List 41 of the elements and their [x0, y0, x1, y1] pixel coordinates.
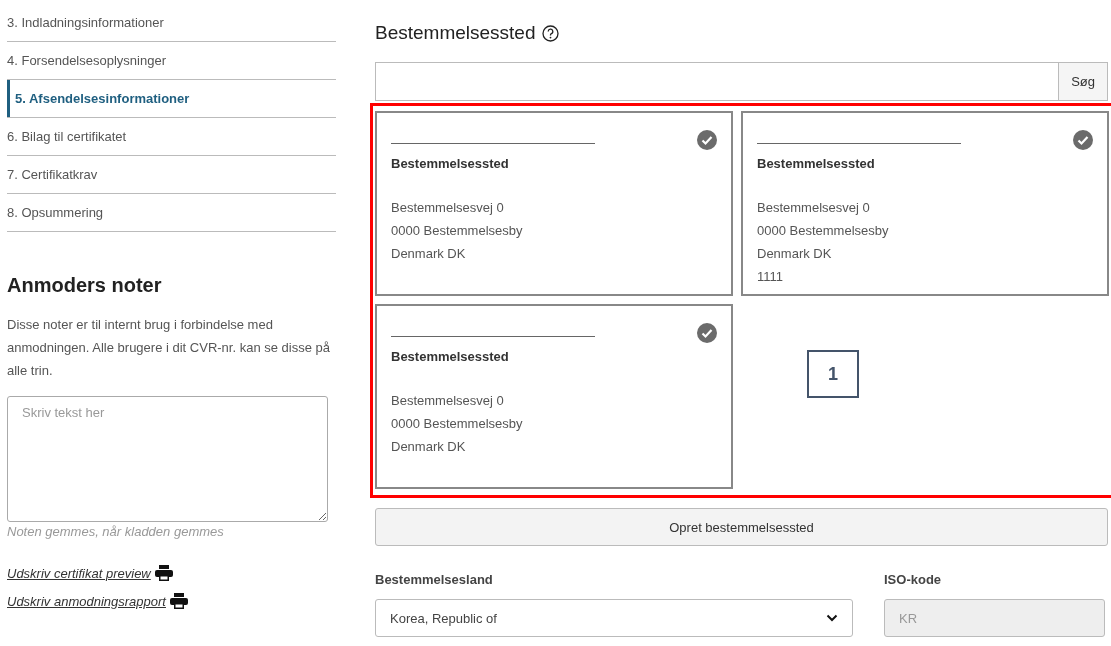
search-field[interactable]: Søg [375, 62, 1108, 101]
country-label: Bestemmelsesland [375, 572, 494, 587]
address-line: Denmark DK [757, 245, 833, 263]
search-button[interactable]: Søg [1058, 63, 1107, 100]
notes-heading: Anmoders noter [7, 274, 163, 297]
printer-icon [154, 565, 173, 581]
step-item[interactable]: 6. Bilag til certifikatet [7, 118, 336, 156]
chevron-down-icon [826, 614, 838, 622]
notes-field[interactable]: Skriv tekst her [7, 396, 328, 522]
card-title: Bestemmelsessted [757, 156, 876, 171]
card-title: Bestemmelsessted [391, 349, 510, 364]
step-item[interactable]: 5. Afsendelsesinformationer [7, 80, 336, 118]
notes-description: Disse noter er til internt brug i forbindelse med anmodningen. Alle brugere i dit CVR-nr. kan se disse på alle trin. [7, 316, 332, 380]
address-line: Bestemmelsesvej 0 [391, 199, 505, 217]
help-icon[interactable] [541, 24, 559, 42]
country-select[interactable]: Korea, Republic of [375, 599, 853, 637]
create-button[interactable]: Opret bestemmelsessted [375, 508, 1108, 546]
address-line: Bestemmelsesvej 0 [757, 199, 871, 217]
address-line: Bestemmelsesvej 0 [391, 392, 505, 410]
address-card[interactable]: Bestemmelsessted Bestemmelsesvej 0 0000 Bestemmelsesby Denmark DK 1111 [741, 111, 1109, 296]
print-link[interactable]: Udskriv anmodningsrapport [7, 593, 166, 609]
address-card[interactable]: Bestemmelsessted Bestemmelsesvej 0 0000 Bestemmelsesby Denmark DK [375, 111, 733, 296]
section-title: Bestemmelsessted [375, 22, 536, 44]
address-line: 1111 [757, 268, 785, 286]
address-line: 0000 Bestemmelsesby [391, 415, 524, 433]
step-item[interactable]: 7. Certifikatkrav [7, 156, 336, 194]
annotation-label: 1 [807, 350, 859, 398]
address-line: Denmark DK [391, 438, 467, 456]
address-card[interactable]: Bestemmelsessted Bestemmelsesvej 0 0000 Bestemmelsesby Denmark DK [375, 304, 733, 489]
notes-hint: Noten gemmes, når kladden gemmes [7, 524, 225, 539]
step-item[interactable]: 4. Forsendelsesoplysninger [7, 42, 336, 80]
step-item[interactable]: 3. Indladningsinformationer [7, 4, 336, 42]
card-title: Bestemmelsessted [391, 156, 510, 171]
iso-field: KR [884, 599, 1105, 637]
step-item[interactable]: 8. Opsummering [7, 194, 336, 232]
address-line: 0000 Bestemmelsesby [757, 222, 890, 240]
address-line: Denmark DK [391, 245, 467, 263]
address-line: 0000 Bestemmelsesby [391, 222, 524, 240]
printer-icon [169, 593, 188, 609]
iso-label: ISO-kode [884, 572, 943, 587]
print-link[interactable]: Udskriv certifikat preview [7, 565, 151, 581]
